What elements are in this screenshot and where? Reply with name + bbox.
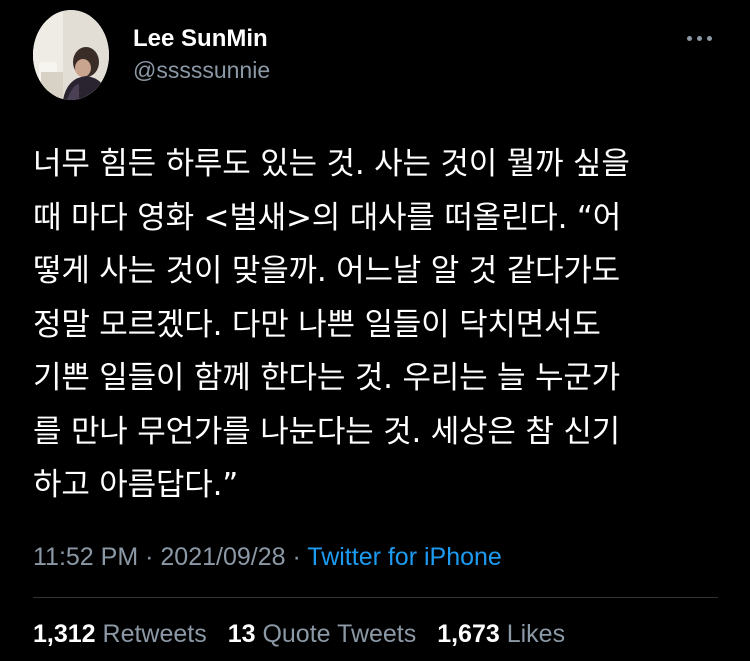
meta-separator: ·	[292, 543, 301, 571]
tweet-text-line: 떻게 사는 것이 맞을까. 어느날 알 것 같다가도	[33, 253, 620, 289]
author-names: Lee SunMin @sssssunnie	[133, 24, 270, 86]
retweets-label: Retweets	[102, 620, 207, 648]
tweet-text-line: 를 만나 무언가를 나눈다는 것. 세상은 참 신기	[33, 413, 620, 450]
tweet-text-line: 하고 아름답다.”	[33, 467, 239, 503]
divider	[33, 597, 718, 598]
likes-stat[interactable]: 1,673 Likes	[437, 617, 565, 651]
tweet-text: 너무 힘든 하루도 있는 것. 사는 것이 뭘까 싶을 때 마다 영화 <벌새>…	[33, 138, 723, 513]
meta-separator: ·	[145, 543, 154, 571]
quote-tweets-label: Quote Tweets	[262, 620, 417, 648]
quote-tweets-stat[interactable]: 13 Quote Tweets	[228, 617, 417, 651]
tweet-text-line: 정말 모르겠다. 다만 나쁜 일들이 닥치면서도	[33, 306, 601, 343]
retweets-stat[interactable]: 1,312 Retweets	[33, 617, 207, 651]
likes-count: 1,673	[437, 620, 500, 648]
quote-tweets-count: 13	[227, 620, 256, 648]
tweet-meta: 11:52 PM · 2021/09/28 · Twitter for iPho…	[33, 540, 502, 574]
tweet-source-link[interactable]: Twitter for iPhone	[307, 543, 502, 571]
tweet-date[interactable]: 2021/09/28	[160, 543, 285, 571]
display-name[interactable]: Lee SunMin	[133, 24, 270, 54]
tweet-card: Lee SunMin @sssssunnie 너무 힘든 하루도 있는 것. 사…	[0, 0, 750, 661]
retweets-count: 1,312	[33, 620, 96, 648]
tweet-text-line: 기쁜 일들이 함께 한다는 것. 우리는 늘 누군가	[33, 360, 620, 396]
more-options-icon[interactable]	[685, 30, 715, 46]
tweet-text-line: 너무 힘든 하루도 있는 것. 사는 것이 뭘까 싶을	[33, 146, 630, 182]
tweet-header: Lee SunMin @sssssunnie	[33, 10, 723, 102]
avatar[interactable]	[33, 10, 109, 100]
tweet-stats: 1,312 Retweets 13 Quote Tweets 1,673 Lik…	[33, 617, 579, 651]
tweet-text-line: 때 마다 영화 <벌새>의 대사를 떠올린다. “어	[33, 199, 622, 236]
tweet-time[interactable]: 11:52 PM	[33, 543, 138, 571]
likes-label: Likes	[506, 620, 566, 648]
user-handle[interactable]: @sssssunnie	[133, 54, 270, 86]
